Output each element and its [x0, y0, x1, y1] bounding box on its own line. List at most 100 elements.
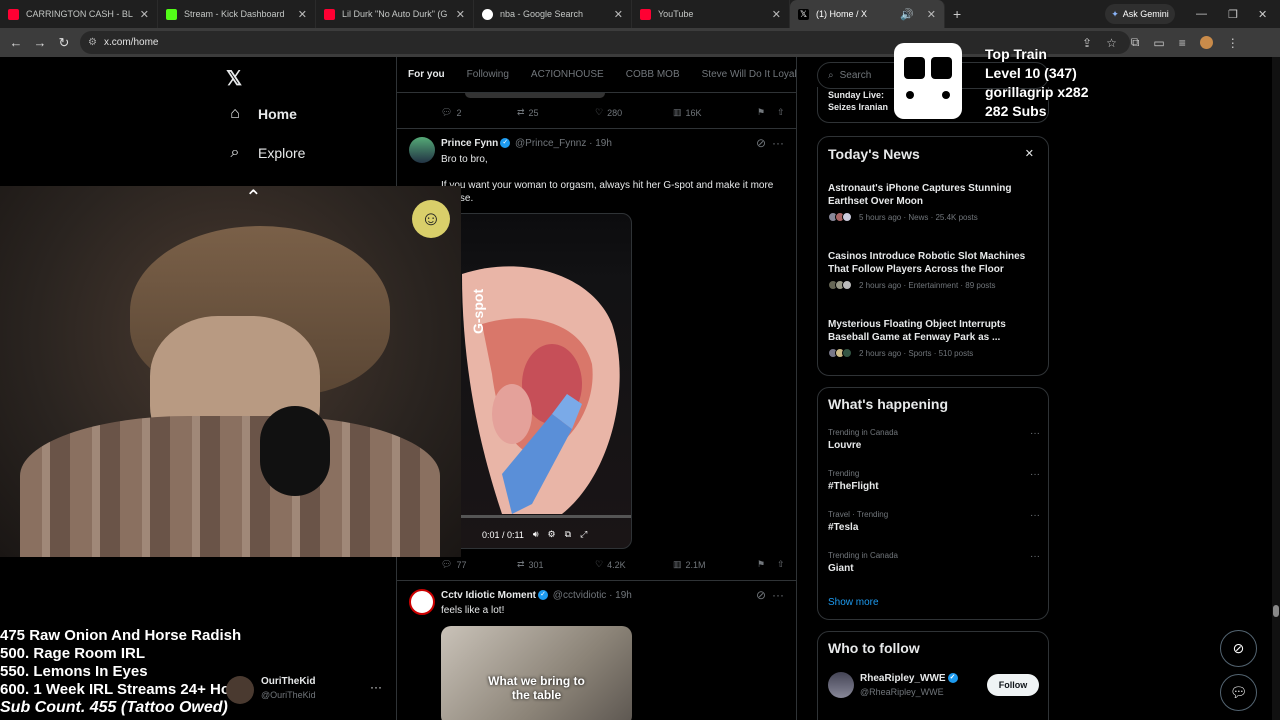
- close-tab-icon[interactable]: ✕: [298, 8, 307, 21]
- bookmark-icon[interactable]: ⚑: [757, 559, 777, 570]
- video-progress-bar[interactable]: [442, 515, 631, 518]
- url-bar[interactable]: ⚙ x.com/home: [80, 31, 1130, 54]
- repost-count: 301: [528, 559, 544, 570]
- browser-tab-4[interactable]: nba - Google Search ✕: [474, 0, 632, 28]
- author-name[interactable]: Cctv Idiotic Moment: [441, 590, 536, 601]
- browser-tab-3[interactable]: Lil Durk "No Auto Durk" (G Her ✕: [316, 0, 474, 28]
- post-media[interactable]: What we bring to the table: [441, 626, 632, 720]
- grok-icon[interactable]: ⊘: [756, 136, 766, 150]
- views-button[interactable]: ▥ 2.1M: [673, 559, 757, 570]
- settings-gear-icon[interactable]: ⚙: [548, 529, 556, 540]
- forward-icon[interactable]: →: [28, 35, 52, 50]
- speaker-icon[interactable]: 🔊: [900, 8, 914, 21]
- tab-following[interactable]: Following: [456, 69, 520, 80]
- cast-icon[interactable]: ▭: [1153, 36, 1164, 50]
- grok-fab-icon[interactable]: ⊘: [1220, 630, 1257, 667]
- more-options-icon[interactable]: ···: [1030, 551, 1040, 562]
- close-icon[interactable]: ✕: [1025, 147, 1034, 160]
- news-item[interactable]: Mysterious Floating Object Interrupts Ba…: [828, 318, 1038, 358]
- tab-for-you[interactable]: For you: [397, 69, 456, 80]
- close-tab-icon[interactable]: ✕: [456, 8, 465, 21]
- suggested-handle: @RheaRipley_WWE: [860, 687, 944, 697]
- repost-icon: ⇄: [517, 559, 525, 569]
- picture-in-picture-icon[interactable]: ⧉: [565, 529, 571, 540]
- trend-item[interactable]: Trending in Canada Louvre ···: [828, 428, 1040, 451]
- author-handle[interactable]: @Prince_Fynnz · 19h: [515, 138, 612, 149]
- more-options-icon[interactable]: ···: [1030, 469, 1040, 480]
- trend-item[interactable]: Trending #TheFlight ···: [828, 469, 1040, 492]
- more-options-icon[interactable]: ···: [1030, 428, 1040, 439]
- avatar[interactable]: [409, 137, 435, 163]
- nav-explore[interactable]: ⌕ Explore: [226, 144, 306, 162]
- media-controls-icon[interactable]: ≡: [1179, 36, 1186, 50]
- volume-icon[interactable]: 🔊︎: [533, 529, 539, 540]
- repost-button[interactable]: ⇄ 25: [517, 107, 595, 118]
- like-button[interactable]: ♡ 4.2K: [595, 559, 673, 570]
- browser-tab-5[interactable]: YouTube ✕: [632, 0, 790, 28]
- avatar[interactable]: [828, 672, 854, 698]
- browser-tab-2[interactable]: Stream - Kick Dashboard ✕: [158, 0, 316, 28]
- x-logo-icon[interactable]: 𝕏: [226, 66, 242, 91]
- browser-tab-6-active[interactable]: 𝕏 (1) Home / X 🔊 ✕: [790, 0, 945, 28]
- like-count: 4.2K: [607, 559, 626, 570]
- bookmark-icon[interactable]: ⚑: [757, 107, 777, 118]
- show-more-link[interactable]: Show more: [828, 597, 879, 608]
- reply-button[interactable]: 💬︎ 2: [441, 107, 517, 118]
- account-name[interactable]: OuriTheKid: [261, 676, 315, 687]
- bookmark-star-icon[interactable]: ☆: [1106, 36, 1117, 50]
- close-tab-icon[interactable]: ✕: [140, 8, 149, 21]
- nav-home[interactable]: ⌂ Home: [226, 105, 297, 123]
- tab-steve-will-do-it[interactable]: Steve Will Do It Loyal: [691, 69, 796, 80]
- suggested-name-row[interactable]: RheaRipley_WWE ✓: [860, 673, 960, 684]
- reply-button[interactable]: 💬︎ 77: [441, 559, 517, 570]
- author-name[interactable]: Prince Fynn: [441, 138, 498, 149]
- divider: [397, 580, 796, 581]
- plaid-shirt: [20, 416, 440, 557]
- new-tab-icon[interactable]: +: [953, 6, 961, 22]
- menu-dots-icon[interactable]: ⋮: [1227, 36, 1239, 50]
- share-icon[interactable]: ⇧: [777, 107, 785, 118]
- scrollbar[interactable]: [1272, 57, 1280, 720]
- close-tab-icon[interactable]: ✕: [614, 8, 623, 21]
- author-handle[interactable]: @cctvidiotic · 19h: [553, 590, 632, 601]
- trend-item[interactable]: Travel · Trending #Tesla ···: [828, 510, 1040, 533]
- close-tab-icon[interactable]: ✕: [772, 8, 781, 21]
- extensions-icon[interactable]: ⧉: [1131, 35, 1140, 50]
- news-item[interactable]: Astronaut's iPhone Captures Stunning Ear…: [828, 182, 1038, 222]
- repost-button[interactable]: ⇄ 301: [517, 559, 595, 570]
- more-options-icon[interactable]: ···: [1030, 510, 1040, 521]
- post-text-line: If you want your woman to orgasm, always…: [441, 180, 774, 191]
- view-count: 16K: [685, 107, 702, 118]
- fullscreen-icon[interactable]: ⤢: [580, 529, 587, 540]
- post-text-line: Bro to bro,: [441, 154, 488, 165]
- share-icon[interactable]: ⇧: [777, 559, 785, 570]
- more-options-icon[interactable]: ···: [772, 136, 784, 150]
- profile-avatar-icon[interactable]: [1199, 36, 1213, 49]
- tab-cobb-mob[interactable]: COBB MOB: [615, 69, 691, 80]
- site-info-icon[interactable]: ⚙: [88, 37, 97, 48]
- account-menu-icon[interactable]: ···: [370, 680, 382, 694]
- tab-ac7ionhouse[interactable]: AC7IONHOUSE: [520, 69, 615, 80]
- messages-fab-icon[interactable]: 💬︎: [1220, 674, 1257, 711]
- close-window-icon[interactable]: ✕: [1258, 0, 1267, 28]
- back-icon[interactable]: ←: [4, 35, 28, 50]
- views-button[interactable]: ▥ 16K: [673, 107, 757, 118]
- browser-tab-1[interactable]: CARRINGTON CASH - BLACK B ✕: [0, 0, 158, 28]
- ask-gemini-button[interactable]: ✦ Ask Gemini: [1105, 4, 1175, 24]
- hype-train-icon: [894, 43, 962, 119]
- avatar[interactable]: [409, 589, 435, 615]
- follow-button[interactable]: Follow: [987, 674, 1039, 696]
- more-options-icon[interactable]: ···: [772, 588, 784, 602]
- news-item[interactable]: Casinos Introduce Robotic Slot Machines …: [828, 250, 1038, 290]
- like-button[interactable]: ♡ 280: [595, 107, 673, 118]
- grok-icon[interactable]: ⊘: [756, 588, 766, 602]
- close-tab-icon[interactable]: ✕: [927, 8, 936, 21]
- minimize-icon[interactable]: —: [1196, 0, 1207, 28]
- reload-icon[interactable]: ↻: [52, 35, 76, 51]
- trend-item[interactable]: Trending in Canada Giant ···: [828, 551, 1040, 574]
- maximize-icon[interactable]: ❐: [1228, 0, 1238, 28]
- scrollbar-thumb[interactable]: [1273, 605, 1279, 617]
- video-player[interactable]: G-spot 0:01 / 0:11 🔊︎ ⚙ ⧉ ⤢: [441, 213, 632, 549]
- account-avatar[interactable]: [226, 676, 254, 704]
- previous-post-media: [465, 93, 605, 98]
